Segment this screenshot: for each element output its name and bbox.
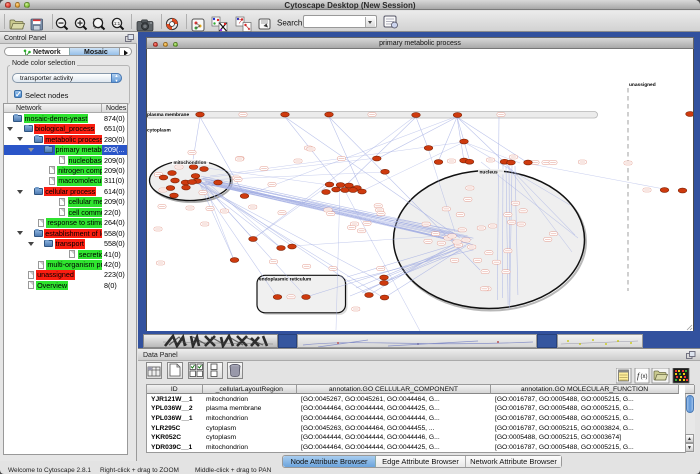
svg-text:unassigned: unassigned: [629, 82, 656, 88]
svg-text:endoplasmic reticulum: endoplasmic reticulum: [259, 277, 311, 283]
svg-text:nucleus: nucleus: [480, 170, 498, 176]
svg-text:(x): (x): [641, 374, 648, 380]
svg-text:Search:: Search:: [277, 19, 305, 28]
svg-text:plasma membrane: plasma membrane: [147, 112, 189, 118]
svg-text:1:1: 1:1: [114, 21, 121, 26]
svg-text:mitochondrion: mitochondrion: [174, 160, 207, 165]
svg-text:cytoplasm: cytoplasm: [147, 128, 171, 134]
